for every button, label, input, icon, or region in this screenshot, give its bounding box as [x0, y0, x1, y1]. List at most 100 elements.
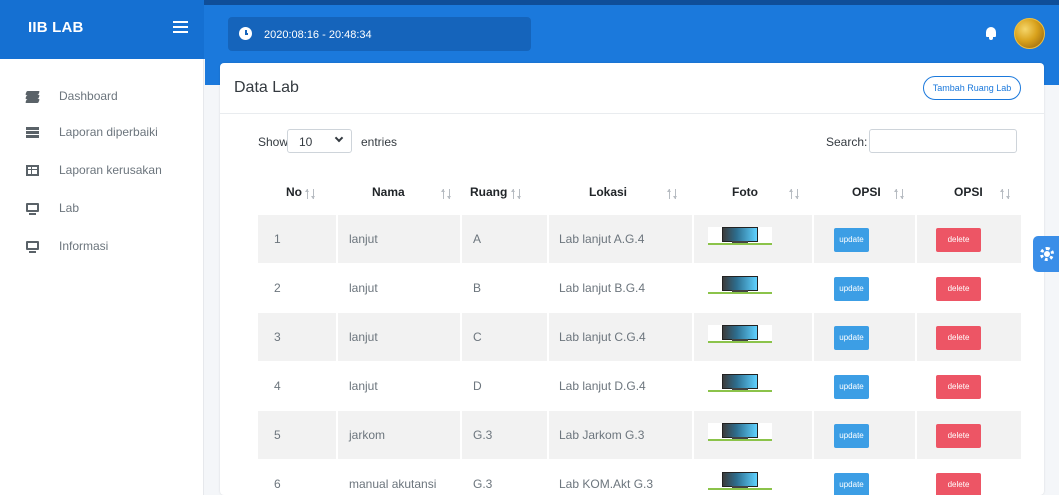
column-separator	[692, 460, 694, 495]
menu-toggle-icon[interactable]	[173, 21, 188, 33]
column-separator	[812, 460, 814, 495]
column-header-foto[interactable]: Foto	[694, 174, 812, 214]
cell-no-text: 2	[274, 281, 281, 295]
sort-icon[interactable]	[305, 189, 316, 200]
column-header-no[interactable]: No	[258, 174, 336, 214]
cell-no-text: 6	[274, 477, 281, 491]
delete-button[interactable]: delete	[936, 277, 981, 301]
lab-photo-thumbnail[interactable]	[708, 325, 772, 343]
add-lab-button[interactable]: Tambah Ruang Lab	[923, 76, 1021, 100]
sort-icon[interactable]	[441, 189, 452, 200]
cell-no: 4	[258, 362, 336, 410]
lab-photo-thumbnail[interactable]	[708, 472, 772, 490]
cell-no: 3	[258, 313, 336, 361]
sidebar-item-label: Laporan diperbaiki	[59, 125, 158, 139]
sidebar-item-laporan-kerusakan[interactable]: Laporan kerusakan	[0, 153, 204, 189]
column-separator	[915, 264, 917, 312]
delete-button[interactable]: delete	[936, 473, 981, 495]
column-separator	[915, 215, 917, 263]
table-row: 2 lanjut B Lab lanjut B.G.4 update delete	[258, 264, 1021, 312]
lab-photo-thumbnail[interactable]	[708, 374, 772, 392]
column-header-opsi-delete[interactable]: OPSI	[917, 174, 1021, 214]
settings-panel-toggle[interactable]	[1033, 236, 1059, 272]
card-divider	[220, 113, 1044, 114]
cell-no-text: 1	[274, 232, 281, 246]
lab-photo-thumbnail[interactable]	[708, 227, 772, 245]
show-label: Show	[258, 135, 289, 149]
cell-nama-text: lanjut	[349, 281, 378, 295]
sort-icon[interactable]	[511, 189, 522, 200]
search-input[interactable]	[869, 129, 1017, 153]
delete-button[interactable]: delete	[936, 375, 981, 399]
cell-nama-text: lanjut	[349, 330, 378, 344]
cell-nama-text: lanjut	[349, 379, 378, 393]
update-button[interactable]: update	[834, 326, 869, 350]
column-separator	[336, 362, 338, 410]
column-separator	[336, 215, 338, 263]
sort-icon[interactable]	[1000, 189, 1011, 200]
column-header-lokasi[interactable]: Lokasi	[549, 174, 692, 214]
column-header-opsi-update[interactable]: OPSI	[814, 174, 915, 214]
column-separator	[460, 362, 462, 410]
brand-logo-text[interactable]: IIB LAB	[28, 19, 84, 36]
column-separator	[336, 460, 338, 495]
delete-button[interactable]: delete	[936, 424, 981, 448]
user-avatar[interactable]	[1014, 18, 1045, 49]
cell-ruang: D	[462, 362, 547, 410]
sidebar-item-informasi[interactable]: Informasi	[0, 229, 204, 265]
update-button[interactable]: update	[834, 228, 869, 252]
column-separator	[812, 411, 814, 459]
cell-nama: lanjut	[338, 264, 460, 312]
column-separator	[547, 215, 549, 263]
datetime-display: 2020:08:16 - 20:48:34	[228, 17, 531, 51]
update-button[interactable]: update	[834, 424, 869, 448]
column-separator	[547, 460, 549, 495]
sort-icon[interactable]	[789, 189, 800, 200]
delete-button[interactable]: delete	[936, 228, 981, 252]
column-header-nama[interactable]: Nama	[338, 174, 460, 214]
bell-icon[interactable]	[985, 27, 997, 40]
entries-label: entries	[361, 135, 398, 149]
cell-foto	[694, 215, 812, 263]
cell-foto	[694, 460, 812, 495]
sort-icon[interactable]	[667, 189, 678, 200]
cell-no: 1	[258, 215, 336, 263]
sort-icon[interactable]	[894, 189, 905, 200]
cell-nama: lanjut	[338, 362, 460, 410]
cell-lokasi-text: Lab lanjut D.G.4	[559, 379, 646, 393]
table-icon	[26, 165, 39, 176]
cell-nama-text: manual akutansi	[349, 477, 437, 491]
column-separator	[460, 215, 462, 263]
lab-photo-thumbnail[interactable]	[708, 423, 772, 441]
table-row: 1 lanjut A Lab lanjut A.G.4 update delete	[258, 215, 1021, 263]
sidebar-item-lab[interactable]: Lab	[0, 191, 204, 227]
column-separator	[692, 264, 694, 312]
sidebar-item-dashboard[interactable]: Dashboard	[0, 79, 204, 115]
column-separator	[336, 411, 338, 459]
update-button[interactable]: update	[834, 375, 869, 399]
update-button[interactable]: update	[834, 473, 869, 495]
cell-lokasi: Lab lanjut D.G.4	[549, 362, 692, 410]
cell-lokasi-text: Lab lanjut B.G.4	[559, 281, 646, 295]
lab-photo-thumbnail[interactable]	[708, 276, 772, 294]
cell-ruang-text: D	[473, 379, 482, 393]
column-separator	[915, 362, 917, 410]
update-button[interactable]: update	[834, 277, 869, 301]
cell-ruang-text: B	[473, 281, 482, 295]
entries-select[interactable]: 10	[287, 129, 352, 153]
column-separator	[812, 362, 814, 410]
cell-foto	[694, 313, 812, 361]
column-separator	[692, 215, 694, 263]
search-label: Search:	[826, 135, 868, 149]
delete-button[interactable]: delete	[936, 326, 981, 350]
cell-no-text: 5	[274, 428, 281, 442]
cell-lokasi: Lab lanjut A.G.4	[549, 215, 692, 263]
cell-ruang-text: A	[473, 232, 482, 246]
column-separator	[547, 362, 549, 410]
column-header-ruang[interactable]: Ruang	[462, 174, 547, 214]
cell-nama: manual akutansi	[338, 460, 460, 495]
column-separator	[915, 313, 917, 361]
chevron-down-icon	[334, 133, 344, 143]
sidebar-item-laporan-diperbaiki[interactable]: Laporan diperbaiki	[0, 115, 204, 151]
cell-lokasi: Lab Jarkom G.3	[549, 411, 692, 459]
